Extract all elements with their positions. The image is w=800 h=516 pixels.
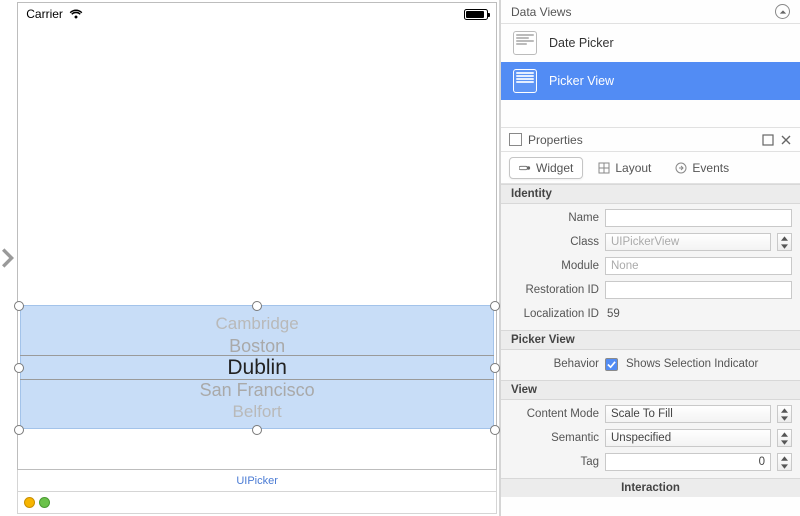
resize-handle[interactable] (14, 425, 24, 435)
data-view-label: Picker View (549, 74, 614, 88)
properties-header[interactable]: Properties (501, 128, 800, 152)
widget-tab-icon (519, 162, 531, 174)
resize-handle[interactable] (252, 425, 262, 435)
class-select[interactable]: UIPickerView (605, 233, 771, 251)
tag-label: Tag (509, 456, 599, 468)
picker-row-selected: Dublin (18, 357, 496, 379)
content-mode-stepper[interactable] (777, 405, 792, 423)
tab-label: Widget (536, 161, 573, 175)
class-stepper[interactable] (777, 233, 792, 251)
carrier-label: Carrier (26, 7, 63, 21)
data-view-item-date-picker[interactable]: Date Picker (501, 24, 800, 62)
picker-view-icon (513, 69, 537, 93)
tag-field[interactable] (605, 453, 771, 471)
name-label: Name (509, 212, 599, 224)
behavior-checkbox-label: Shows Selection Indicator (624, 358, 758, 370)
selected-widget-label: UIPicker (18, 475, 496, 487)
properties-title: Properties (528, 133, 583, 147)
behavior-label: Behavior (509, 358, 599, 370)
data-views-list: Date Picker Picker View (501, 24, 800, 100)
resize-handle[interactable] (490, 363, 500, 373)
battery-icon (464, 9, 488, 20)
section-interaction: Interaction (501, 478, 800, 497)
refresh-indicator-icon[interactable] (39, 497, 50, 508)
data-view-label: Date Picker (549, 36, 614, 50)
localization-id-label: Localization ID (509, 308, 599, 320)
picker-row: Belfort (18, 401, 496, 423)
tab-events[interactable]: Events (666, 158, 738, 178)
tab-label: Events (692, 161, 729, 175)
localization-id-value: 59 (605, 308, 620, 320)
warning-indicator-icon[interactable] (24, 497, 35, 508)
canvas-footer: UIPicker (17, 470, 497, 492)
content-mode-select[interactable]: Scale To Fill (605, 405, 771, 423)
module-label: Module (509, 260, 599, 272)
picker-row: Boston (18, 335, 496, 357)
inspector-panel: Data Views Date Picker Picker View (500, 0, 800, 516)
section-view: View (501, 380, 800, 400)
section-identity: Identity (501, 184, 800, 204)
date-picker-icon (513, 31, 537, 55)
module-field (605, 257, 792, 275)
tag-stepper[interactable] (777, 453, 792, 471)
name-field[interactable] (605, 209, 792, 227)
status-bar: Carrier (18, 3, 496, 25)
design-canvas: Carrier Cambridge Boston Dublin San Fran… (15, 0, 500, 516)
collapse-icon[interactable] (775, 4, 790, 19)
wifi-icon (69, 9, 83, 19)
semantic-stepper[interactable] (777, 429, 792, 447)
data-view-item-picker-view[interactable]: Picker View (501, 62, 800, 100)
content-mode-label: Content Mode (509, 408, 599, 420)
semantic-label: Semantic (509, 432, 599, 444)
close-icon[interactable] (780, 134, 792, 146)
section-picker-view: Picker View (501, 330, 800, 350)
device-frame: Carrier Cambridge Boston Dublin San Fran… (17, 2, 497, 470)
data-views-title: Data Views (511, 5, 571, 19)
tab-label: Layout (615, 161, 651, 175)
popout-icon[interactable] (762, 134, 774, 146)
tab-layout[interactable]: Layout (589, 158, 660, 178)
tab-widget[interactable]: Widget (509, 157, 583, 179)
restoration-id-label: Restoration ID (509, 284, 599, 296)
data-views-header[interactable]: Data Views (501, 0, 800, 24)
shows-selection-indicator-checkbox[interactable] (605, 358, 618, 371)
picker-row: Cambridge (18, 313, 496, 335)
resize-handle[interactable] (490, 301, 500, 311)
picker-row: San Francisco (18, 379, 496, 401)
resize-handle[interactable] (490, 425, 500, 435)
back-arrow[interactable] (0, 0, 15, 516)
properties-icon (509, 133, 522, 146)
events-tab-icon (675, 162, 687, 174)
properties-tabs: Widget Layout Events (501, 152, 800, 184)
layout-tab-icon (598, 162, 610, 174)
semantic-select[interactable]: Unspecified (605, 429, 771, 447)
class-label: Class (509, 236, 599, 248)
restoration-id-field[interactable] (605, 281, 792, 299)
picker-view[interactable]: Cambridge Boston Dublin San Francisco Be… (18, 313, 496, 423)
canvas-toolbar (17, 492, 497, 514)
